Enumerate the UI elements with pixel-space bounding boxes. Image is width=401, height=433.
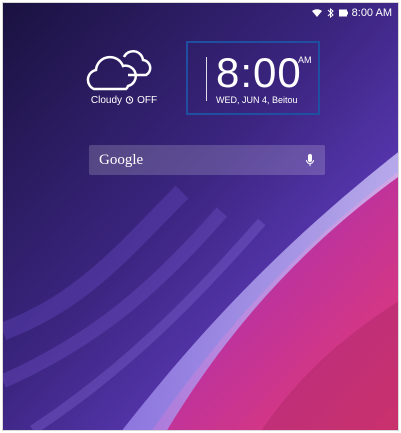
- cloud-icon: [81, 47, 167, 93]
- clock-ampm: AM: [298, 55, 312, 65]
- alarm-status: OFF: [137, 95, 158, 106]
- clock-divider: [206, 57, 207, 101]
- microphone-icon[interactable]: [305, 153, 315, 168]
- google-search-bar[interactable]: Google: [89, 145, 325, 175]
- clock-date-location: WED, JUN 4, Beitou: [216, 95, 298, 105]
- weather-widget[interactable]: Cloudy OFF: [81, 47, 167, 106]
- bluetooth-icon: [327, 8, 334, 18]
- clock-widget[interactable]: 8:00 AM WED, JUN 4, Beitou: [186, 41, 320, 115]
- wifi-icon: [311, 8, 323, 18]
- home-screen: 8:00 AM Cloudy OFF 8:00 AM WED, JUN 4, B…: [2, 2, 399, 431]
- weather-condition: Cloudy: [90, 95, 123, 106]
- clock-time: 8:00: [216, 49, 302, 96]
- status-bar: 8:00 AM: [3, 3, 398, 23]
- search-label: Google: [99, 151, 144, 168]
- alarm-icon: [125, 95, 134, 106]
- battery-icon: [338, 8, 348, 18]
- status-time: 8:00 AM: [351, 7, 392, 19]
